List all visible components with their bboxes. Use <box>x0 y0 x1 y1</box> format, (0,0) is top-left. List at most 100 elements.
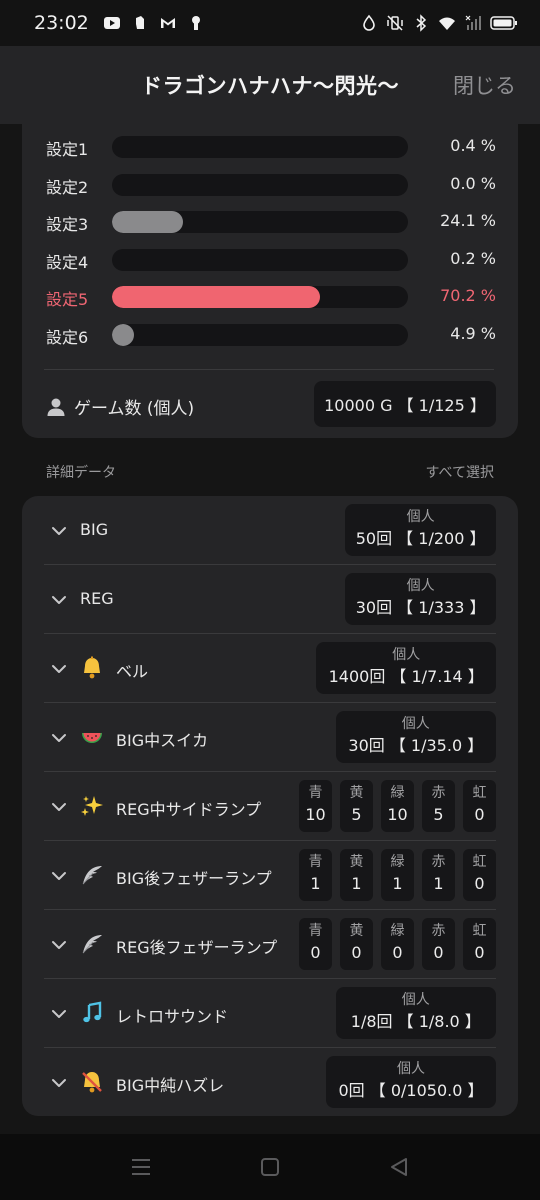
color-count-box[interactable]: 緑1 <box>381 849 414 901</box>
color-count: 0 <box>392 943 403 962</box>
setting-percent: 24.1 % <box>440 211 496 231</box>
signal-icon <box>464 14 482 32</box>
chevron-down-icon[interactable] <box>50 1005 68 1023</box>
chevron-down-icon[interactable] <box>50 522 68 540</box>
chevron-down-icon[interactable] <box>50 591 68 609</box>
games-value[interactable]: 10000 G 【 1/125 】 <box>314 381 496 427</box>
watermelon-icon <box>80 725 104 749</box>
color-count-box[interactable]: 青1 <box>299 849 332 901</box>
select-all-button[interactable]: すべて選択 <box>426 462 494 482</box>
detail-row[interactable]: レトロサウンド 個人 1/8回 【 1/8.0 】 <box>22 979 518 1048</box>
color-name: 青 <box>308 854 323 870</box>
detail-row[interactable]: BIG中純ハズレ 個人 0回 【 0/1050.0 】 <box>22 1048 518 1117</box>
color-count-box[interactable]: 黄1 <box>340 849 373 901</box>
setting-row: 設定6 4.9 % <box>22 322 518 348</box>
color-count-group: 青 10 黄 5 緑 10 赤 5 虹 0 <box>299 780 496 832</box>
color-count: 10 <box>387 805 408 824</box>
probability-bar-track <box>112 173 408 196</box>
probability-bar-track <box>112 286 408 309</box>
color-count: 0 <box>351 943 362 962</box>
color-count-box[interactable]: 黄0 <box>340 918 373 970</box>
back-button[interactable] <box>388 1156 410 1178</box>
detail-row[interactable]: BIG 個人 50回 【 1/200 】 <box>22 496 518 565</box>
count-box[interactable]: 個人 0回 【 0/1050.0 】 <box>326 1056 496 1108</box>
music-note-icon <box>80 1001 104 1025</box>
chevron-down-icon[interactable] <box>50 729 68 747</box>
status-time: 23:02 <box>34 12 89 34</box>
color-name: 赤 <box>431 854 446 870</box>
color-count: 0 <box>474 805 485 824</box>
games-label-text: ゲーム数 (個人) <box>74 399 195 419</box>
probability-bar-track <box>112 211 408 234</box>
person-icon <box>46 397 66 417</box>
detail-row[interactable]: ベル 個人 1400回 【 1/7.14 】 <box>22 634 518 703</box>
color-count-box[interactable]: 赤5 <box>422 780 455 832</box>
color-count-box[interactable]: 赤1 <box>422 849 455 901</box>
detail-label: REG <box>80 589 114 608</box>
detail-label: BIG <box>80 520 109 539</box>
detail-row[interactable]: REG中サイドランプ 青 10 黄 5 緑 10 赤 5 虹 0 <box>22 772 518 841</box>
color-count-box[interactable]: 黄5 <box>340 780 373 832</box>
setting-row: 設定5 70.2 % <box>22 284 518 310</box>
chevron-down-icon[interactable] <box>50 660 68 678</box>
color-count-box[interactable]: 赤0 <box>422 918 455 970</box>
chevron-down-icon[interactable] <box>50 936 68 954</box>
color-count-box[interactable]: 虹0 <box>463 918 496 970</box>
color-name: 緑 <box>390 785 405 801</box>
color-count-box[interactable]: 緑0 <box>381 918 414 970</box>
count-box[interactable]: 個人 30回 【 1/333 】 <box>345 573 496 625</box>
setting-percent: 70.2 % <box>440 286 496 306</box>
color-count-box[interactable]: 青 10 <box>299 780 332 832</box>
detail-label: REG中サイドランプ <box>116 800 262 819</box>
detail-row[interactable]: REG後フェザーランプ青 0 黄 0 緑 0 赤 0 虹 0 <box>22 910 518 979</box>
count-box-header: 個人 <box>401 992 430 1008</box>
detail-label: BIG後フェザーランプ <box>116 869 272 888</box>
wifi-icon <box>438 14 456 32</box>
count-box[interactable]: 個人 50回 【 1/200 】 <box>345 504 496 556</box>
water-drop-icon <box>360 14 378 32</box>
setting-label: 設定6 <box>46 328 89 347</box>
count-box[interactable]: 個人 30回 【 1/35.0 】 <box>335 711 496 763</box>
probability-bar-track <box>112 324 408 346</box>
color-count-box[interactable]: 虹0 <box>463 780 496 832</box>
detail-row[interactable]: BIG後フェザーランプ青 1 黄 1 緑 1 赤 1 虹 0 <box>22 841 518 910</box>
mute-vibrate-icon <box>386 14 404 32</box>
close-button[interactable]: 閉じる <box>453 70 516 100</box>
color-count: 0 <box>433 943 444 962</box>
color-name: 黄 <box>349 785 364 801</box>
setting-percent: 0.4 % <box>450 136 496 155</box>
gmail-icon <box>159 14 177 32</box>
probability-bar-track <box>112 248 408 271</box>
detail-row[interactable]: BIG中スイカ 個人 30回 【 1/35.0 】 <box>22 703 518 772</box>
chevron-down-icon[interactable] <box>50 1074 68 1092</box>
count-box-value: 1/8回 【 1/8.0 】 <box>350 1012 481 1031</box>
color-name: 虹 <box>472 923 487 939</box>
home-button[interactable] <box>259 1156 281 1178</box>
color-count-box[interactable]: 虹0 <box>463 849 496 901</box>
detail-row[interactable]: REG 個人 30回 【 1/333 】 <box>22 565 518 634</box>
chevron-down-icon[interactable] <box>50 798 68 816</box>
color-count: 1 <box>310 874 321 893</box>
count-box-value: 1400回 【 1/7.14 】 <box>328 667 484 686</box>
count-box-header: 個人 <box>406 578 435 594</box>
count-box-header: 個人 <box>397 1061 425 1077</box>
color-name: 青 <box>308 923 323 939</box>
setting-label: 設定1 <box>46 140 89 159</box>
count-box[interactable]: 個人 1/8回 【 1/8.0 】 <box>335 987 496 1039</box>
bluetooth-icon <box>412 14 430 32</box>
count-box-header: 個人 <box>401 716 430 732</box>
probability-bar-fill <box>112 286 320 309</box>
setting-percent: 0.0 % <box>450 173 496 193</box>
color-count-box[interactable]: 青0 <box>299 918 332 970</box>
count-box[interactable]: 個人 1400回 【 1/7.14 】 <box>316 642 496 694</box>
setting-row: 設定4 0.2 % <box>22 247 518 273</box>
color-count-box[interactable]: 緑 10 <box>381 780 414 832</box>
color-count: 10 <box>305 805 326 824</box>
youtube-icon <box>103 14 121 32</box>
color-name: 赤 <box>431 785 446 801</box>
games-label: ゲーム数 (個人) <box>46 394 194 419</box>
detail-label: BIG中スイカ <box>116 731 209 750</box>
chevron-down-icon[interactable] <box>50 867 68 885</box>
color-name: 黄 <box>349 923 364 939</box>
recent-apps-button[interactable] <box>130 1156 152 1178</box>
